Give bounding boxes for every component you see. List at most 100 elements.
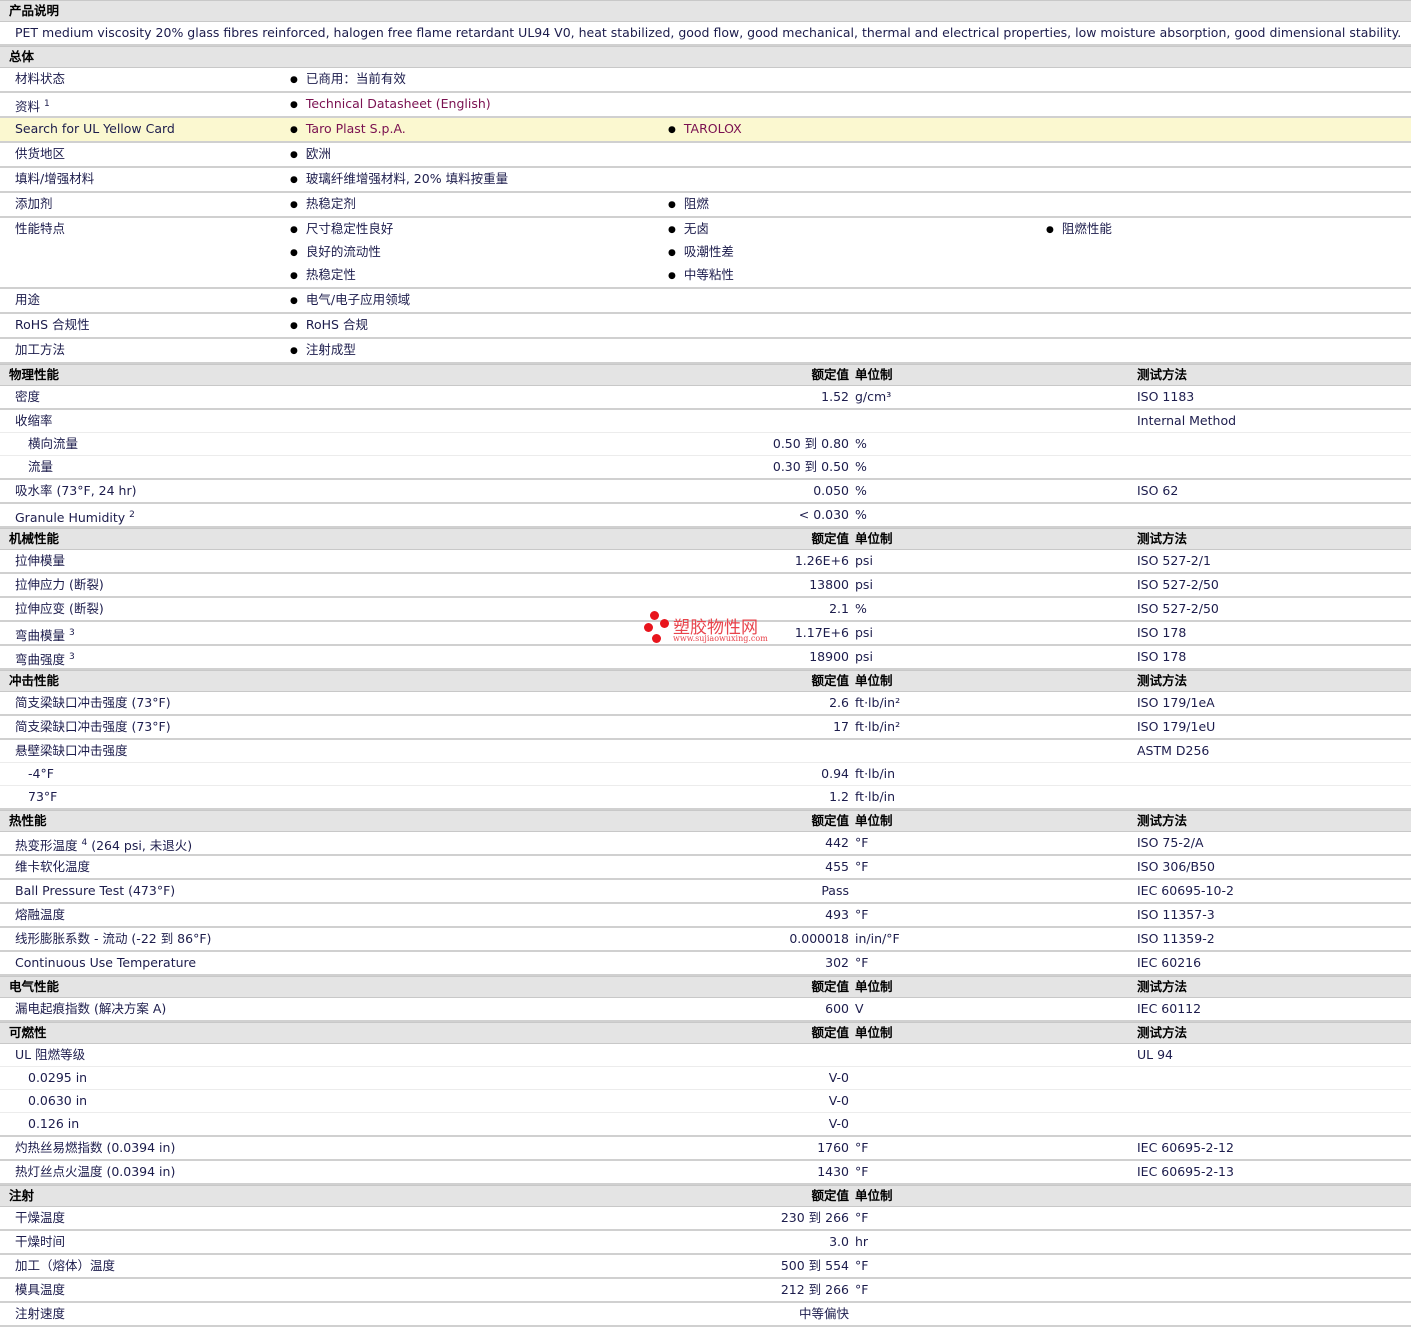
general-rows: 材料状态 已商用：当前有效资料 1 Technical Datasheet (Eng… [0, 68, 1411, 364]
property-name: Granule Humidity [15, 510, 126, 525]
test-method: ISO 178 [1137, 625, 1187, 640]
property-row: 收缩率 Internal Method [0, 410, 1411, 433]
property-value: 1.52 [821, 389, 849, 404]
property-name: 收缩率 [15, 413, 53, 428]
property-label: 热灯丝点火温度 (0.0394 in) [15, 1161, 175, 1183]
property-label: 拉伸应变 (断裂) [15, 598, 104, 620]
column-header-value: 额定值 [811, 367, 849, 382]
test-method: ISO 62 [1137, 483, 1179, 498]
property-value: 1.26E+6 [794, 553, 849, 568]
property-label: 干燥温度 [15, 1207, 65, 1229]
section-title: 冲击性能 [9, 673, 60, 688]
link-item[interactable]: TAROLOX [668, 118, 1046, 141]
test-method: IEC 60695-2-13 [1137, 1164, 1234, 1179]
property-row: 弯曲强度 3 18900 psi ISO 178 [0, 646, 1411, 670]
general-row: 性能特点 尺寸稳定性良好无卤阻燃性能良好的流动性吸潮性差热稳定性中等粘性 [0, 218, 1411, 289]
property-name: 维卡软化温度 [15, 859, 91, 874]
row-label: 加工方法 [15, 339, 65, 361]
property-value: Pass [821, 883, 849, 898]
test-method: IEC 60112 [1137, 1001, 1202, 1016]
test-method: ISO 1183 [1137, 389, 1195, 404]
property-row: 漏电起痕指数 (解决方案 A) 600 V IEC 60112 [0, 998, 1411, 1022]
property-name: 悬壁梁缺口冲击强度 [15, 743, 128, 758]
section-header: 电气性能 额定值 单位制 测试方法 [0, 976, 1411, 998]
link-item[interactable]: Technical Datasheet (English) [290, 93, 668, 116]
column-header-method: 测试方法 [1137, 531, 1188, 546]
property-label: 熔融温度 [15, 904, 65, 926]
property-unit: °F [855, 1258, 869, 1273]
property-value: 中等偏快 [798, 1306, 849, 1321]
footnote-ref[interactable]: 2 [129, 510, 135, 520]
footnote-ref[interactable]: 1 [44, 99, 50, 109]
property-value: V-0 [828, 1070, 849, 1085]
property-label: 维卡软化温度 [15, 856, 90, 878]
property-value: 302 [825, 955, 849, 970]
link-item[interactable]: Taro Plast S.p.A. [290, 118, 668, 141]
property-row: 简支梁缺口冲击强度 (73°F) 17 ft·lb/in² ISO 179/1eU [0, 716, 1411, 740]
general-row: 材料状态 已商用：当前有效 [0, 68, 1411, 93]
column-header-unit: 单位制 [855, 979, 893, 994]
property-row: 0.0630 in V-0 [0, 1090, 1411, 1113]
bullet-list: 注射成型 [290, 339, 1411, 362]
property-name: 拉伸模量 [15, 553, 66, 568]
property-label: UL 阻燃等级 [15, 1044, 85, 1066]
property-name: UL 阻燃等级 [15, 1047, 86, 1062]
property-unit: ft·lb/in [855, 789, 896, 804]
property-label: 弯曲强度 3 [15, 646, 75, 671]
section-title: 注射 [9, 1188, 35, 1203]
bullet-list: 玻璃纤维增强材料, 20% 填料按重量 [290, 168, 1411, 191]
property-label: 灼热丝易燃指数 (0.0394 in) [15, 1137, 175, 1159]
footnote-ref[interactable]: 3 [69, 652, 75, 662]
column-header-value: 额定值 [811, 1025, 849, 1040]
test-method: ISO 178 [1137, 649, 1187, 664]
bullet-item: 吸潮性差 [668, 241, 1046, 264]
test-method: ISO 527-2/50 [1137, 601, 1219, 616]
property-label: 横向流量 [28, 433, 78, 455]
property-value: < 0.030 [798, 507, 849, 522]
bullet-item: 阻燃 [668, 193, 1046, 216]
property-row: 干燥时间 3.0 hr [0, 1231, 1411, 1255]
property-row: 维卡软化温度 455 °F ISO 306/B50 [0, 856, 1411, 880]
property-unit: V [855, 1001, 864, 1016]
property-label: 拉伸应力 (断裂) [15, 574, 104, 596]
property-value: 600 [825, 1001, 849, 1016]
bullet-item: 中等粘性 [668, 264, 1046, 287]
property-unit: °F [855, 1164, 869, 1179]
property-name: 熔融温度 [15, 907, 66, 922]
property-label: 漏电起痕指数 (解决方案 A) [15, 998, 166, 1020]
property-value: 230 到 266 [780, 1210, 849, 1225]
property-label: 弯曲模量 3 [15, 622, 75, 647]
test-method: ISO 527-2/1 [1137, 553, 1211, 568]
bullet-item: 阻燃性能 [1046, 218, 1411, 241]
property-unit: °F [855, 835, 869, 850]
property-row: 熔融温度 493 °F ISO 11357-3 [0, 904, 1411, 928]
property-value: 0.000018 [789, 931, 849, 946]
row-label-text: RoHS 合规性 [15, 317, 90, 332]
property-unit: in/in/°F [855, 931, 900, 946]
general-row: 供货地区 欧洲 [0, 143, 1411, 168]
property-name: 拉伸应变 (断裂) [15, 601, 104, 616]
bullet-item: 尺寸稳定性良好 [290, 218, 668, 241]
column-header-unit: 单位制 [855, 1188, 893, 1203]
row-label-text[interactable]: Search for UL Yellow Card [15, 121, 175, 136]
general-row: 资料 1 Technical Datasheet (English) [0, 93, 1411, 118]
property-value: 0.94 [821, 766, 849, 781]
property-unit: hr [855, 1234, 869, 1249]
property-row: Granule Humidity 2 < 0.030% [0, 504, 1411, 528]
section-title: 电气性能 [9, 979, 60, 994]
bullet-item: 欧洲 [290, 143, 668, 166]
property-value: 18900 [809, 649, 849, 664]
property-row: 热灯丝点火温度 (0.0394 in) 1430 °F IEC 60695-2-13 [0, 1161, 1411, 1185]
property-unit: °F [855, 859, 869, 874]
test-method: ISO 527-2/50 [1137, 577, 1219, 592]
property-name: 热变形温度 [15, 838, 78, 853]
property-name: 线形膨胀系数 - 流动 (-22 到 86°F) [15, 931, 212, 946]
property-unit: psi [855, 649, 873, 664]
property-name: 模具温度 [15, 1282, 66, 1297]
property-value: 17 [833, 719, 849, 734]
bullet-list: 已商用：当前有效 [290, 68, 1411, 91]
section-header-description: 产品说明 [0, 0, 1411, 22]
property-value: 0.050 [813, 483, 849, 498]
property-row: 0.126 in V-0 [0, 1113, 1411, 1137]
footnote-ref[interactable]: 3 [69, 628, 75, 638]
